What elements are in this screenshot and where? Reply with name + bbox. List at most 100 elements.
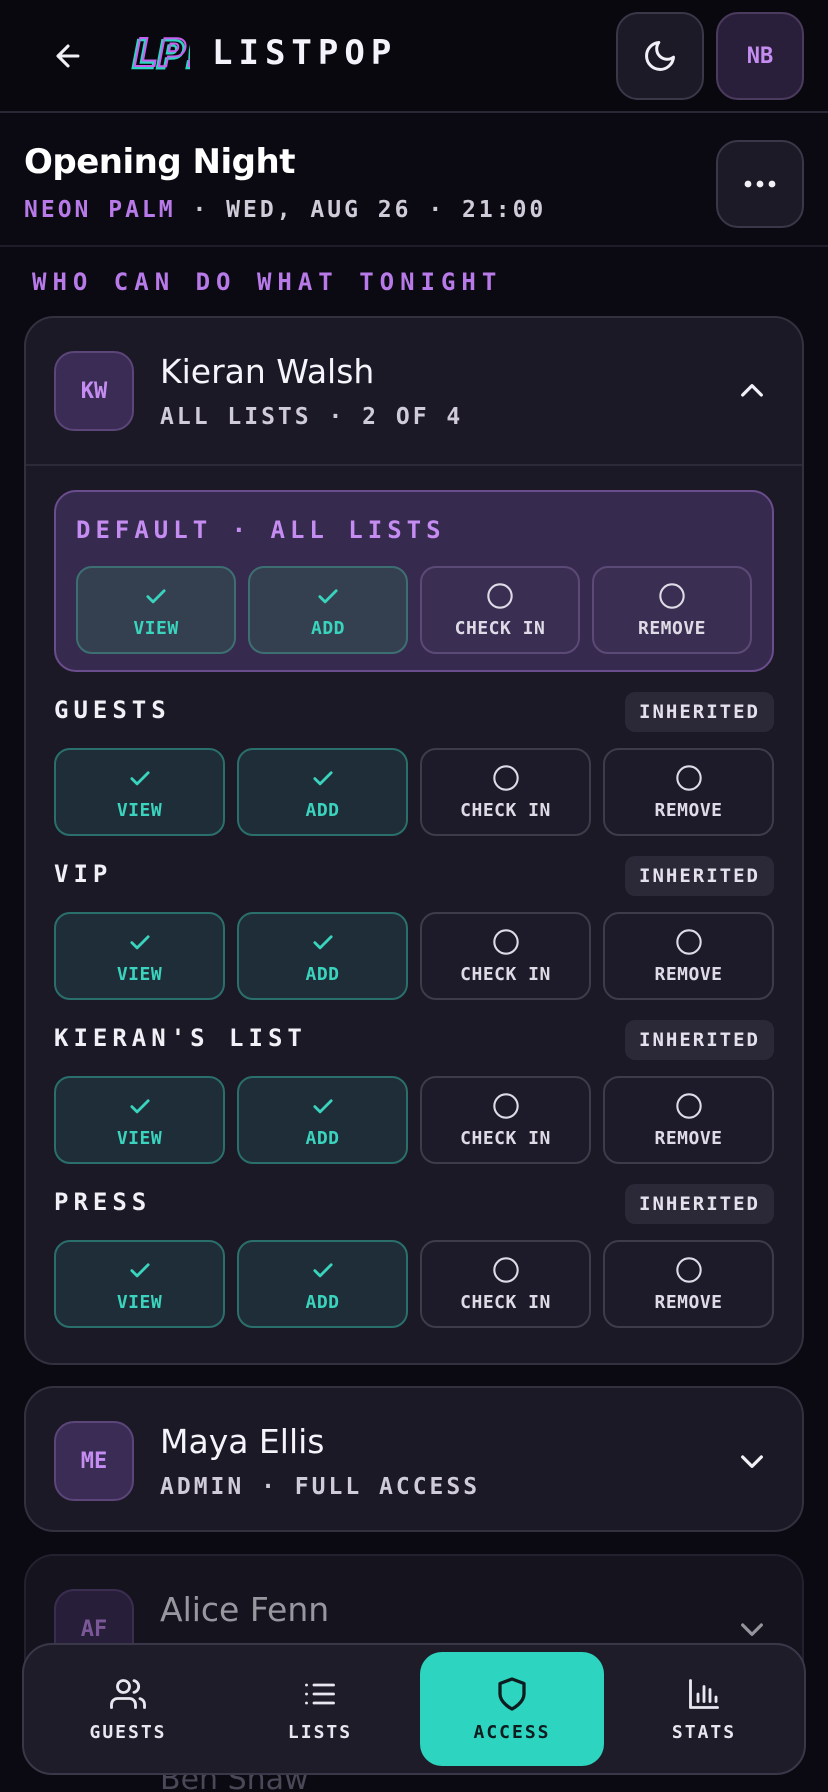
nav-guests[interactable]: GUESTS [36, 1652, 220, 1766]
perm-label: CHECK IN [454, 617, 546, 639]
app-title: LISTPOP [212, 33, 398, 73]
check-icon [312, 1262, 333, 1277]
event-venue: NEON PALM [24, 197, 176, 223]
person-name: Alice Fenn [160, 1590, 330, 1629]
avatar: KW [54, 351, 134, 431]
perm-view-toggle[interactable]: VIEW [54, 1076, 225, 1164]
list-permissions-kierans-list: KIERAN'S LIST INHERITED VIEW ADD CHECK IN R… [54, 1020, 774, 1164]
perm-label: VIEW [116, 799, 163, 821]
perm-check-in-toggle[interactable]: CHECK IN [420, 748, 591, 836]
perm-remove-toggle[interactable]: REMOVE [592, 566, 752, 654]
list-permissions-guests: GUESTS INHERITED VIEW ADD CHECK IN REMOVE [54, 692, 774, 836]
more-options-button[interactable] [716, 140, 804, 228]
inherited-badge: INHERITED [625, 856, 774, 896]
perm-add-toggle[interactable]: ADD [237, 748, 408, 836]
inherited-badge: INHERITED [625, 1020, 774, 1060]
list-name: PRESS [54, 1188, 152, 1216]
perm-label: ADD [310, 617, 345, 639]
event-header: Opening Night NEON PALM · WED, AUG 26 · … [0, 115, 828, 247]
perm-label: REMOVE [637, 617, 707, 639]
circle-icon [492, 1256, 519, 1283]
perm-label: VIEW [116, 963, 163, 985]
perm-check-in-toggle[interactable]: CHECK IN [420, 1240, 591, 1328]
person-name: Kieran Walsh [160, 352, 375, 391]
person-card-maya-ellis[interactable]: ME Maya Ellis ADMIN · FULL ACCESS [24, 1386, 804, 1532]
list-name: GUESTS [54, 696, 171, 724]
nav-label: ACCESS [473, 1721, 551, 1743]
permission-row: VIEW ADD CHECK IN REMOVE [76, 566, 752, 654]
arrow-left-icon [56, 44, 80, 68]
circle-icon [487, 582, 513, 609]
top-bar: LP! LP! LISTPOP NB [0, 0, 828, 113]
perm-label: VIEW [116, 1291, 163, 1313]
perm-label: REMOVE [654, 799, 723, 821]
perm-add-toggle[interactable]: ADD [237, 1076, 408, 1164]
svg-text:LP!: LP! [134, 31, 190, 75]
nav-label: STATS [671, 1721, 737, 1743]
shield-icon [498, 1676, 526, 1711]
perm-label: ADD [305, 799, 340, 821]
person-subtitle: ADMIN · FULL ACCESS [160, 1474, 481, 1500]
person-card-header[interactable]: ME Maya Ellis ADMIN · FULL ACCESS [26, 1388, 802, 1530]
check-icon [129, 770, 150, 785]
bar-chart-icon [689, 1678, 719, 1709]
chevron-up-icon[interactable] [736, 375, 768, 407]
permission-row: VIEW ADD CHECK IN REMOVE [54, 1240, 774, 1328]
nav-lists[interactable]: LISTS [228, 1652, 412, 1766]
nav-label: GUESTS [89, 1721, 167, 1743]
nav-stats[interactable]: STATS [612, 1652, 796, 1766]
perm-remove-toggle[interactable]: REMOVE [603, 748, 774, 836]
perm-remove-toggle[interactable]: REMOVE [603, 912, 774, 1000]
users-icon [110, 1678, 146, 1709]
avatar: ME [54, 1421, 134, 1501]
perm-remove-toggle[interactable]: REMOVE [603, 1076, 774, 1164]
person-card-body: DEFAULT · ALL LISTS VIEW ADD CHECK IN REMOV… [26, 464, 802, 1356]
perm-label: VIEW [116, 1127, 163, 1149]
person-card-header[interactable]: KW Kieran Walsh ALL LISTS · 2 OF 4 [26, 318, 802, 464]
theme-toggle-button[interactable] [616, 12, 704, 100]
check-icon [312, 770, 333, 785]
list-permissions-vip: VIP INHERITED VIEW ADD CHECK IN REMOVE [54, 856, 774, 1000]
check-icon [312, 934, 333, 949]
perm-add-toggle[interactable]: ADD [248, 566, 408, 654]
check-icon [146, 588, 166, 603]
perm-check-in-toggle[interactable]: CHECK IN [420, 1076, 591, 1164]
circle-icon [675, 764, 702, 791]
default-label: DEFAULT · ALL LISTS [76, 516, 446, 544]
perm-remove-toggle[interactable]: REMOVE [603, 1240, 774, 1328]
nav-access[interactable]: ACCESS [420, 1652, 604, 1766]
circle-icon [492, 1092, 519, 1119]
perm-label: CHECK IN [460, 1127, 551, 1149]
perm-view-toggle[interactable]: VIEW [54, 1240, 225, 1328]
person-card-kieran-walsh: KW Kieran Walsh ALL LISTS · 2 OF 4 DEFAU… [24, 316, 804, 1365]
event-datetime: · WED, AUG 26 · 21:00 [175, 197, 547, 223]
listpop-logo: LP! LP! [131, 30, 190, 78]
list-name: VIP [54, 860, 113, 888]
perm-view-toggle[interactable]: VIEW [54, 748, 225, 836]
back-button[interactable] [44, 32, 92, 80]
chevron-down-icon[interactable] [736, 1445, 768, 1477]
person-name: Maya Ellis [160, 1422, 325, 1461]
perm-label: CHECK IN [460, 963, 551, 985]
section-label: WHO CAN DO WHAT TONIGHT [32, 268, 503, 296]
perm-add-toggle[interactable]: ADD [237, 912, 408, 1000]
circle-icon [492, 764, 519, 791]
perm-check-in-toggle[interactable]: CHECK IN [420, 912, 591, 1000]
permission-row: VIEW ADD CHECK IN REMOVE [54, 748, 774, 836]
perm-check-in-toggle[interactable]: CHECK IN [420, 566, 580, 654]
perm-view-toggle[interactable]: VIEW [76, 566, 236, 654]
check-icon [129, 1098, 150, 1113]
list-icon [305, 1683, 335, 1704]
perm-add-toggle[interactable]: ADD [237, 1240, 408, 1328]
perm-label: ADD [305, 1291, 340, 1313]
perm-view-toggle[interactable]: VIEW [54, 912, 225, 1000]
list-name: KIERAN'S LIST [54, 1024, 307, 1052]
check-icon [129, 934, 150, 949]
default-permissions: DEFAULT · ALL LISTS VIEW ADD CHECK IN REMOV… [54, 490, 774, 672]
profile-button[interactable]: NB [716, 12, 804, 100]
perm-label: CHECK IN [460, 799, 551, 821]
perm-label: REMOVE [654, 1291, 723, 1313]
chevron-down-icon[interactable] [736, 1613, 768, 1645]
perm-label: CHECK IN [460, 1291, 551, 1313]
moon-icon [645, 41, 675, 71]
